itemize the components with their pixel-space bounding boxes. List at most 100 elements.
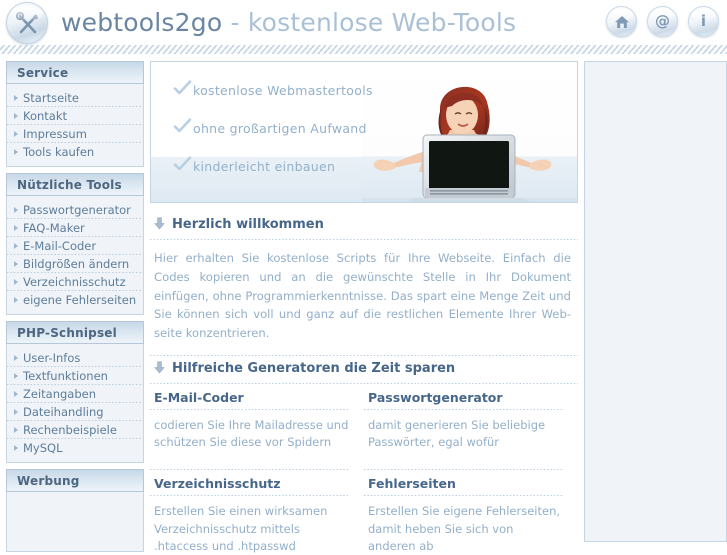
- sidebar-item-faq-maker[interactable]: FAQ-Maker: [7, 219, 143, 237]
- arrow-down-icon: [154, 215, 165, 234]
- sidebar-item-mysql[interactable]: MySQL: [7, 439, 143, 457]
- at-glyph: @: [655, 12, 670, 30]
- generator-title: Fehlerseiten: [368, 476, 456, 492]
- hero-banner: kostenlose Webmastertools ohne großartig…: [150, 61, 578, 203]
- sidebar-item-user-infos[interactable]: User-Infos: [7, 349, 143, 367]
- sidebar-item-label: Dateihandling: [23, 405, 104, 419]
- header-divider: [0, 45, 727, 55]
- sidebar-box-tools: Nützliche Tools Passwortgenerator FAQ-Ma…: [6, 173, 144, 315]
- sidebar-item-impressum[interactable]: Impressum: [7, 125, 143, 143]
- sidebar-item-email-coder[interactable]: E-Mail-Coder: [7, 237, 143, 255]
- bullet-arrow-icon: [14, 409, 18, 415]
- sidebar-box-title: Nützliche Tools: [17, 177, 122, 192]
- sidebar-item-dateihandling[interactable]: Dateihandling: [7, 403, 143, 421]
- sidebar-box-werbung: Werbung: [6, 469, 144, 552]
- bullet-arrow-icon: [14, 207, 18, 213]
- sidebar-item-tools-kaufen[interactable]: Tools kaufen: [7, 143, 143, 161]
- info-glyph: i: [700, 12, 707, 30]
- sidebar: Service Startseite Kontakt Impressum Too…: [6, 61, 144, 552]
- at-email-icon[interactable]: @: [647, 6, 678, 37]
- home-icon[interactable]: [606, 6, 637, 37]
- sidebar-item-label: Kontakt: [23, 109, 68, 123]
- tools-circle-icon: [6, 1, 48, 44]
- main-content: kostenlose Webmastertools ohne großartig…: [150, 61, 578, 553]
- bullet-arrow-icon: [14, 279, 18, 285]
- generators-row-1: E-Mail-Coder codieren Sie Ihre Mailadres…: [150, 384, 578, 452]
- sidebar-item-verzeichnisschutz[interactable]: Verzeichnisschutz: [7, 273, 143, 291]
- page-title: Herzlich willkommen: [172, 217, 324, 232]
- generator-card-fehlerseiten[interactable]: Fehlerseiten Erstellen Sie eigene Fehler…: [364, 469, 578, 555]
- sidebar-box-body: Passwortgenerator FAQ-Maker E-Mail-Coder…: [6, 196, 144, 315]
- generator-card-verzeichnisschutz[interactable]: Verzeichnisschutz Erstellen Sie einen wi…: [150, 469, 364, 555]
- generator-title: E-Mail-Coder: [154, 389, 244, 405]
- site-title: webtools2go - kostenlose Web-Tools: [61, 8, 516, 37]
- generator-card-email-coder[interactable]: E-Mail-Coder codieren Sie Ihre Mailadres…: [150, 384, 364, 452]
- bullet-arrow-icon: [14, 391, 18, 397]
- sidebar-item-label: FAQ-Maker: [23, 221, 85, 235]
- bullet-arrow-icon: [14, 225, 18, 231]
- welcome-body-text: Hier erhalten Sie kostenlose Scripts für…: [154, 251, 571, 341]
- sidebar-box-body: Startseite Kontakt Impressum Tools kaufe…: [6, 84, 144, 167]
- generator-title: Verzeichnisschutz: [154, 476, 281, 492]
- sidebar-box-service: Service Startseite Kontakt Impressum Too…: [6, 61, 144, 167]
- right-ad-panel: [584, 61, 727, 542]
- bullet-arrow-icon: [14, 297, 18, 303]
- sidebar-item-kontakt[interactable]: Kontakt: [7, 107, 143, 125]
- sidebar-item-label: Startseite: [23, 91, 79, 105]
- brand-tagline: - kostenlose Web-Tools: [230, 8, 517, 37]
- sidebar-item-bildgroessen-aendern[interactable]: Bildgrößen ändern: [7, 255, 143, 273]
- generator-title: Passwortgenerator: [368, 389, 503, 405]
- banner-bullet-list: kostenlose Webmastertools ohne großartig…: [173, 80, 373, 176]
- sidebar-box-header: PHP-Schnipsel: [6, 321, 144, 344]
- sidebar-item-passwortgenerator[interactable]: Passwortgenerator: [7, 201, 143, 219]
- sidebar-item-label: User-Infos: [23, 351, 81, 365]
- sidebar-box-php: PHP-Schnipsel User-Infos Textfunktionen …: [6, 321, 144, 463]
- sidebar-item-label: Tools kaufen: [23, 145, 95, 159]
- page-layout: Service Startseite Kontakt Impressum Too…: [0, 55, 727, 553]
- sidebar-item-label: Rechenbeispiele: [23, 423, 117, 437]
- sidebar-box-title: Werbung: [17, 473, 80, 488]
- sidebar-item-label: Bildgrößen ändern: [23, 257, 130, 271]
- sidebar-item-label: eigene Fehlerseiten: [23, 293, 137, 307]
- sidebar-item-eigene-fehlerseiten[interactable]: eigene Fehlerseiten: [7, 291, 143, 309]
- bullet-arrow-icon: [14, 427, 18, 433]
- info-icon[interactable]: i: [688, 6, 719, 37]
- banner-bullet-label: kinderleicht einbauen: [193, 158, 336, 174]
- banner-bullet: kinderleicht einbauen: [173, 156, 373, 176]
- sidebar-box-header: Werbung: [6, 469, 144, 492]
- sidebar-box-header: Service: [6, 61, 144, 84]
- arrow-down-icon: [154, 359, 165, 378]
- generators-row-2: Verzeichnisschutz Erstellen Sie einen wi…: [150, 469, 578, 555]
- woman-with-laptop-photo: [362, 62, 577, 202]
- banner-bullet-label: kostenlose Webmastertools: [193, 82, 373, 98]
- brand-name: webtools2go: [61, 8, 223, 37]
- bullet-arrow-icon: [14, 445, 18, 451]
- sidebar-item-label: E-Mail-Coder: [23, 239, 97, 253]
- bullet-arrow-icon: [14, 149, 18, 155]
- sidebar-box-title: Service: [17, 65, 69, 80]
- bullet-arrow-icon: [14, 131, 18, 137]
- generator-description: Erstellen Sie eigene Fehlerseiten, damit…: [368, 504, 561, 553]
- section-title: Hilfreiche Generatoren die Zeit sparen: [172, 360, 456, 376]
- check-icon: [173, 156, 193, 176]
- bullet-arrow-icon: [14, 243, 18, 249]
- bullet-arrow-icon: [14, 373, 18, 379]
- banner-bullet: ohne großartigen Aufwand: [173, 118, 373, 138]
- bullet-arrow-icon: [14, 95, 18, 101]
- welcome-heading-row: Herzlich willkommen: [150, 212, 578, 239]
- sidebar-item-label: Impressum: [23, 127, 87, 141]
- generator-description: codieren Sie Ihre Mailadresse und schütz…: [154, 417, 349, 450]
- sidebar-item-rechenbeispiele[interactable]: Rechenbeispiele: [7, 421, 143, 439]
- sidebar-item-textfunktionen[interactable]: Textfunktionen: [7, 367, 143, 385]
- sidebar-item-startseite[interactable]: Startseite: [7, 89, 143, 107]
- bullet-arrow-icon: [14, 355, 18, 361]
- sidebar-box-body: User-Infos Textfunktionen Zeitangaben Da…: [6, 344, 144, 463]
- sidebar-item-zeitangaben[interactable]: Zeitangaben: [7, 385, 143, 403]
- sidebar-ad-slot: [6, 492, 144, 552]
- sidebar-item-label: Zeitangaben: [23, 387, 97, 401]
- sidebar-item-label: Passwortgenerator: [23, 203, 131, 217]
- site-header: webtools2go - kostenlose Web-Tools @ i: [0, 0, 727, 45]
- generator-description: Erstellen Sie einen wirksamen Verzeichni…: [154, 504, 328, 553]
- generator-card-passwortgenerator[interactable]: Passwortgenerator damit generieren Sie b…: [364, 384, 578, 452]
